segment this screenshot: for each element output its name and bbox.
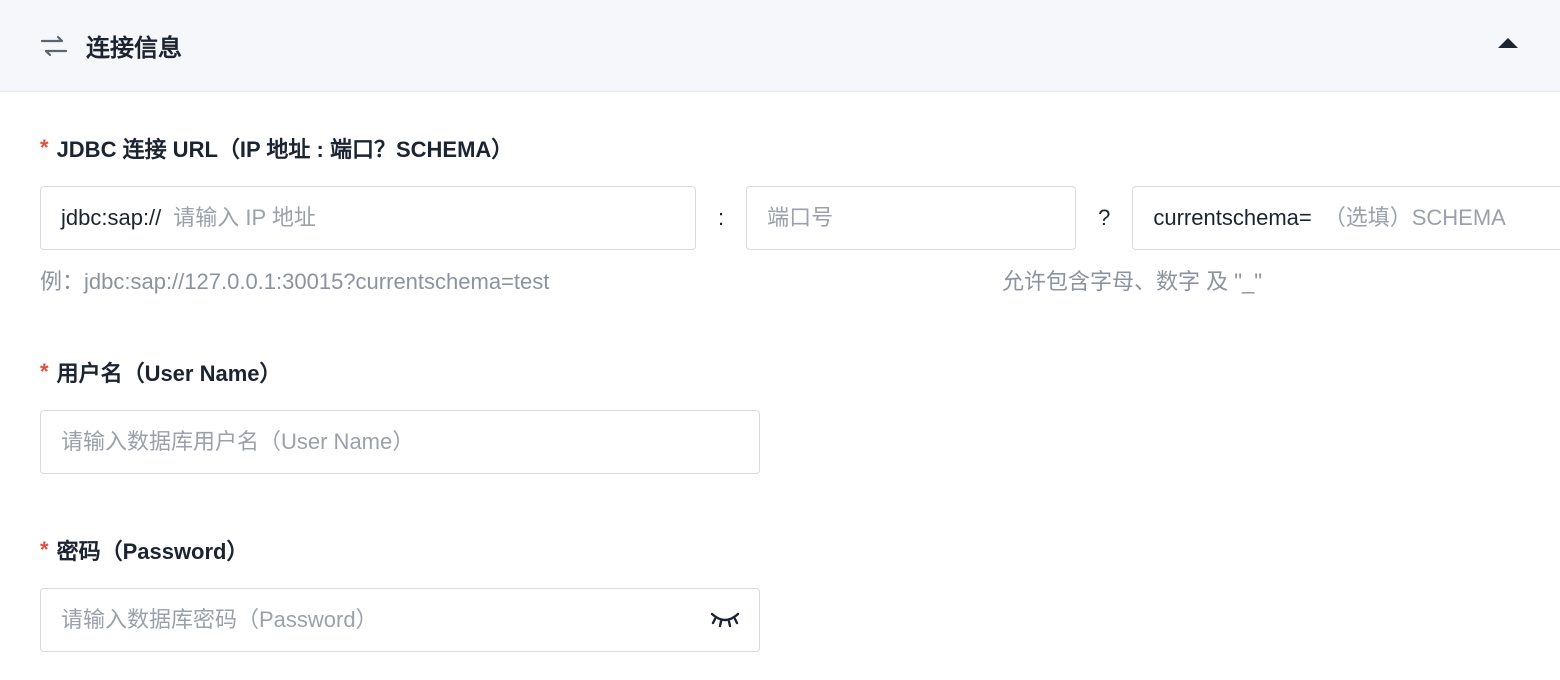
port-input[interactable] — [767, 205, 1055, 231]
schema-helper-wrap: 允许包含字母、数字 及 "_" — [1002, 264, 1262, 296]
panel-header[interactable]: 连接信息 — [0, 0, 1560, 92]
jdbc-example-wrap: 例：jdbc:sap://127.0.0.1:30015?currentsche… — [40, 264, 1002, 296]
username-input[interactable] — [40, 410, 760, 474]
ip-input-group[interactable]: jdbc:sap:// — [40, 186, 696, 250]
username-input-wrap — [40, 410, 760, 474]
required-marker: * — [40, 537, 49, 563]
password-input-wrap — [40, 588, 760, 652]
required-marker: * — [40, 359, 49, 385]
port-input-group[interactable] — [746, 186, 1076, 250]
password-input[interactable] — [40, 588, 760, 652]
colon-separator: : — [716, 205, 726, 231]
ip-prefix: jdbc:sap:// — [61, 205, 161, 231]
username-label: * 用户名（User Name） — [40, 356, 1520, 388]
jdbc-section: * JDBC 连接 URL（IP 地址 : 端口？SCHEMA） jdbc:sa… — [40, 132, 1520, 296]
jdbc-label: * JDBC 连接 URL（IP 地址 : 端口？SCHEMA） — [40, 132, 1520, 164]
required-marker: * — [40, 135, 49, 161]
schema-prefix: currentschema= — [1153, 205, 1311, 231]
schema-helper-text: 允许包含字母、数字 及 "_" — [1002, 269, 1262, 294]
schema-input[interactable] — [1324, 205, 1560, 231]
swap-icon — [40, 35, 68, 57]
password-label-text: 密码（Password） — [57, 534, 249, 566]
form-content: * JDBC 连接 URL（IP 地址 : 端口？SCHEMA） jdbc:sa… — [0, 92, 1560, 672]
username-section: * 用户名（User Name） — [40, 356, 1520, 474]
question-separator: ? — [1096, 205, 1112, 231]
panel-title: 连接信息 — [86, 28, 182, 63]
schema-input-group[interactable]: currentschema= — [1132, 186, 1560, 250]
jdbc-example-text: 例：jdbc:sap://127.0.0.1:30015?currentsche… — [40, 269, 549, 294]
username-label-text: 用户名（User Name） — [57, 356, 282, 388]
jdbc-input-row: jdbc:sap:// : ? currentschema= — [40, 186, 1520, 250]
jdbc-helper-row: 例：jdbc:sap://127.0.0.1:30015?currentsche… — [40, 264, 1520, 296]
jdbc-label-text: JDBC 连接 URL（IP 地址 : 端口？SCHEMA） — [57, 132, 514, 164]
collapse-up-icon[interactable] — [1496, 36, 1520, 55]
panel-header-left: 连接信息 — [40, 28, 182, 63]
eye-closed-icon[interactable] — [710, 612, 740, 628]
password-label: * 密码（Password） — [40, 534, 1520, 566]
password-section: * 密码（Password） — [40, 534, 1520, 652]
ip-input[interactable] — [173, 205, 675, 231]
